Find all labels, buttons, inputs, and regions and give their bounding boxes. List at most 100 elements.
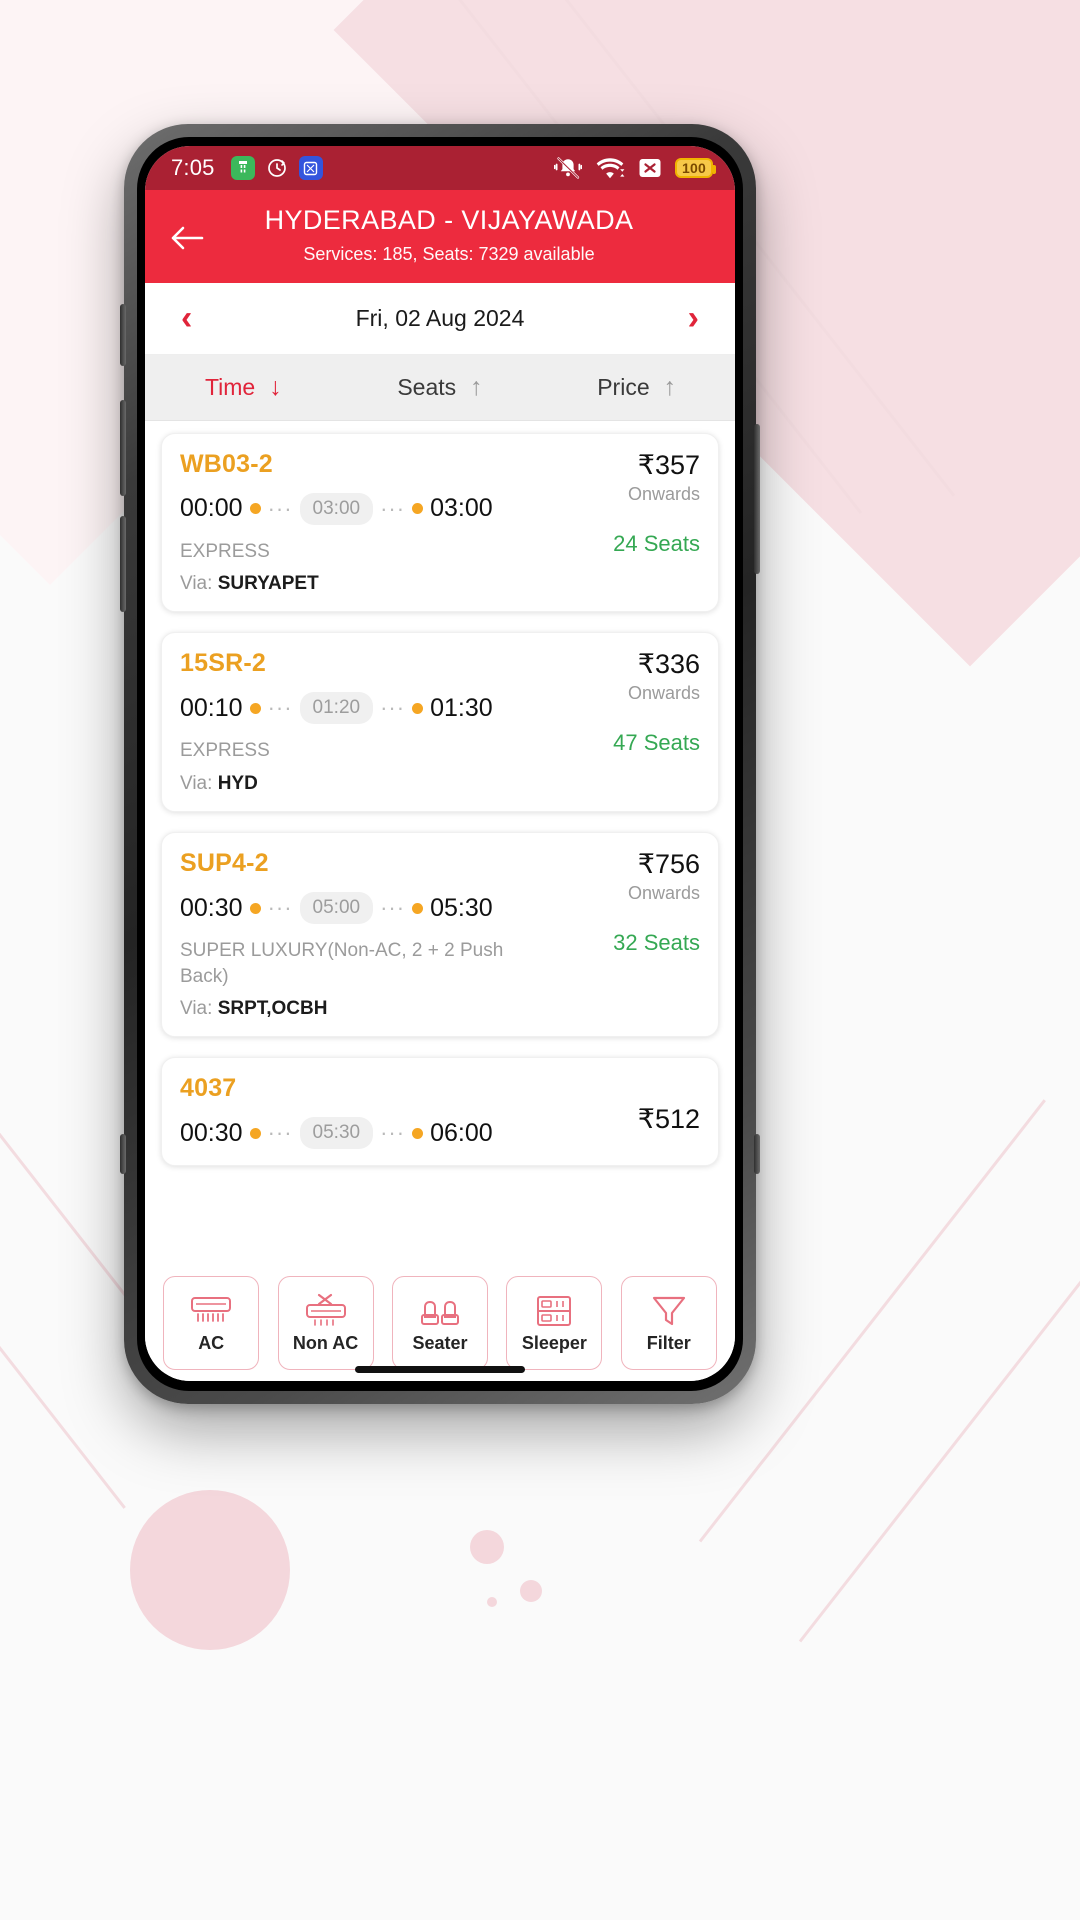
- bg-line: [798, 1278, 1080, 1643]
- arrival-time: 03:00: [430, 494, 493, 523]
- filter-seater-button[interactable]: Seater: [391, 1276, 488, 1370]
- arrival-time: 01:30: [430, 693, 493, 722]
- filter-more-button[interactable]: Filter: [620, 1276, 717, 1370]
- journey-duration: 03:00: [299, 492, 374, 525]
- page-subtitle: Services: 185, Seats: 7329 available: [303, 243, 595, 264]
- bus-price: ₹336: [637, 649, 700, 680]
- bus-timeline: 00:30 ··· 05:30 ··· 06:00: [180, 1117, 550, 1150]
- via-label: Via:: [180, 573, 213, 595]
- bus-price: ₹512: [637, 1104, 700, 1135]
- arrival-dot-icon: [412, 902, 424, 914]
- bus-card-details: 15SR-2 00:10 ··· 01:20 ··· 01:30 EXPRESS: [180, 649, 550, 795]
- phone-button[interactable]: [120, 304, 126, 366]
- status-bar-system-icons: 100: [554, 155, 716, 181]
- bus-card-fare: ₹512: [550, 1074, 700, 1149]
- timeline-dots-right: ···: [380, 695, 406, 721]
- sleeper-icon: [537, 1295, 572, 1326]
- phone-frame: 7:05 100 HYDERABAD - VIJAYAWADA Services…: [120, 124, 760, 1404]
- filter-sleeper-button[interactable]: Sleeper: [506, 1276, 603, 1370]
- phone-button[interactable]: [120, 516, 126, 612]
- departure-dot-icon: [249, 1127, 261, 1139]
- funnel-icon: [652, 1296, 685, 1325]
- arrival-time: 06:00: [430, 1118, 493, 1147]
- journey-duration: 01:20: [299, 692, 374, 725]
- bus-price: ₹756: [637, 849, 700, 880]
- bus-service-name: 15SR-2: [180, 649, 266, 678]
- bg-circle: [470, 1530, 504, 1564]
- timeline-dots-left: ···: [267, 895, 293, 921]
- bus-card[interactable]: WB03-2 00:00 ··· 03:00 ··· 03:00 EXPRESS: [161, 432, 719, 613]
- bus-timeline: 00:30 ··· 05:00 ··· 05:30: [180, 892, 550, 925]
- departure-dot-icon: [249, 503, 261, 515]
- via-value: SRPT,OCBH: [217, 998, 328, 1020]
- bus-card[interactable]: 4037 00:30 ··· 05:30 ··· 06:00 ₹512: [161, 1057, 719, 1167]
- bus-card[interactable]: 15SR-2 00:10 ··· 01:20 ··· 01:30 EXPRESS: [161, 632, 719, 813]
- phone-button[interactable]: [120, 400, 126, 496]
- bg-circle: [487, 1597, 497, 1607]
- page-title: HYDERABAD - VIJAYAWADA: [264, 205, 634, 235]
- bus-type: EXPRESS: [180, 540, 270, 562]
- seater-icon: [420, 1300, 459, 1325]
- sort-seats-arrow-icon: ↑: [470, 372, 483, 401]
- ac-unit-icon: [191, 1296, 232, 1322]
- battery-indicator: 100: [675, 158, 716, 178]
- bus-price-caption: Onwards: [627, 683, 700, 704]
- filter-more-label: Filter: [646, 1332, 691, 1353]
- mute-bell-icon: [554, 155, 583, 181]
- timeline-dots-left: ···: [267, 495, 293, 521]
- departure-time: 00:30: [180, 893, 243, 922]
- timeline-dots-right: ···: [380, 895, 406, 921]
- bus-price-caption: Onwards: [627, 483, 700, 504]
- timeline-dots-right: ···: [380, 495, 406, 521]
- sync-icon: [265, 156, 289, 180]
- previous-day-button[interactable]: ‹: [171, 295, 202, 341]
- via-value: HYD: [217, 773, 258, 795]
- non-ac-icon: [305, 1293, 346, 1326]
- sort-by-seats[interactable]: Seats ↑: [342, 374, 539, 401]
- filter-non-ac-label: Non AC: [292, 1332, 359, 1353]
- sort-price-label: Price: [597, 373, 650, 400]
- bus-via: Via: SRPT,OCBH: [180, 998, 550, 1020]
- sort-by-price[interactable]: Price ↑: [538, 374, 735, 401]
- phone-button[interactable]: [120, 1134, 126, 1174]
- filter-ac-button[interactable]: AC: [163, 1276, 260, 1370]
- bus-card-details: 4037 00:30 ··· 05:30 ··· 06:00: [180, 1074, 550, 1150]
- departure-dot-icon: [249, 902, 261, 914]
- bus-type: SUPER LUXURY(Non-AC, 2 + 2 Push Back): [180, 940, 504, 987]
- journey-duration: 05:30: [299, 1117, 374, 1150]
- sort-seats-label: Seats: [397, 373, 457, 400]
- arrival-time: 05:30: [430, 893, 493, 922]
- via-value: SURYAPET: [217, 573, 319, 595]
- filter-non-ac-button[interactable]: Non AC: [277, 1276, 374, 1370]
- bus-card-fare: ₹336 Onwards 47 Seats: [550, 649, 700, 795]
- filter-ac-label: AC: [198, 1332, 225, 1353]
- wifi-icon: [595, 156, 625, 180]
- departure-time: 00:00: [180, 494, 243, 523]
- back-arrow-icon: [171, 226, 204, 250]
- bus-timeline: 00:00 ··· 03:00 ··· 03:00: [180, 492, 550, 525]
- bus-seats-available: 32 Seats: [613, 930, 700, 956]
- sort-by-time[interactable]: Time ↓: [145, 374, 342, 401]
- phone-button[interactable]: [754, 1134, 760, 1174]
- bus-seats-available: 47 Seats: [613, 730, 700, 756]
- bus-via: Via: HYD: [180, 773, 550, 795]
- timeline-dots-right: ···: [380, 1120, 406, 1146]
- bus-service-name: WB03-2: [180, 449, 273, 478]
- bus-type: EXPRESS: [180, 740, 270, 762]
- sort-time-arrow-icon: ↓: [269, 372, 282, 401]
- bus-timeline: 00:10 ··· 01:20 ··· 01:30: [180, 692, 550, 725]
- via-label: Via:: [180, 998, 213, 1020]
- back-button[interactable]: [165, 216, 209, 260]
- bg-line: [0, 980, 140, 1314]
- bus-card[interactable]: SUP4-2 00:30 ··· 05:00 ··· 05:30 SUPER L…: [161, 832, 719, 1038]
- app-bar-text: HYDERABAD - VIJAYAWADA Services: 185, Se…: [217, 204, 715, 265]
- sort-time-label: Time: [204, 373, 256, 400]
- bus-results-list[interactable]: WB03-2 00:00 ··· 03:00 ··· 03:00 EXPRESS: [145, 420, 735, 1265]
- bus-card-fare: ₹756 Onwards 32 Seats: [550, 849, 700, 1020]
- bus-card-details: WB03-2 00:00 ··· 03:00 ··· 03:00 EXPRESS: [180, 450, 550, 596]
- journey-duration: 05:00: [299, 892, 374, 925]
- next-day-button[interactable]: ›: [678, 295, 709, 341]
- selected-date-label[interactable]: Fri, 02 Aug 2024: [356, 305, 525, 332]
- bus-service-name: 4037: [180, 1074, 237, 1103]
- phone-button[interactable]: [754, 424, 760, 574]
